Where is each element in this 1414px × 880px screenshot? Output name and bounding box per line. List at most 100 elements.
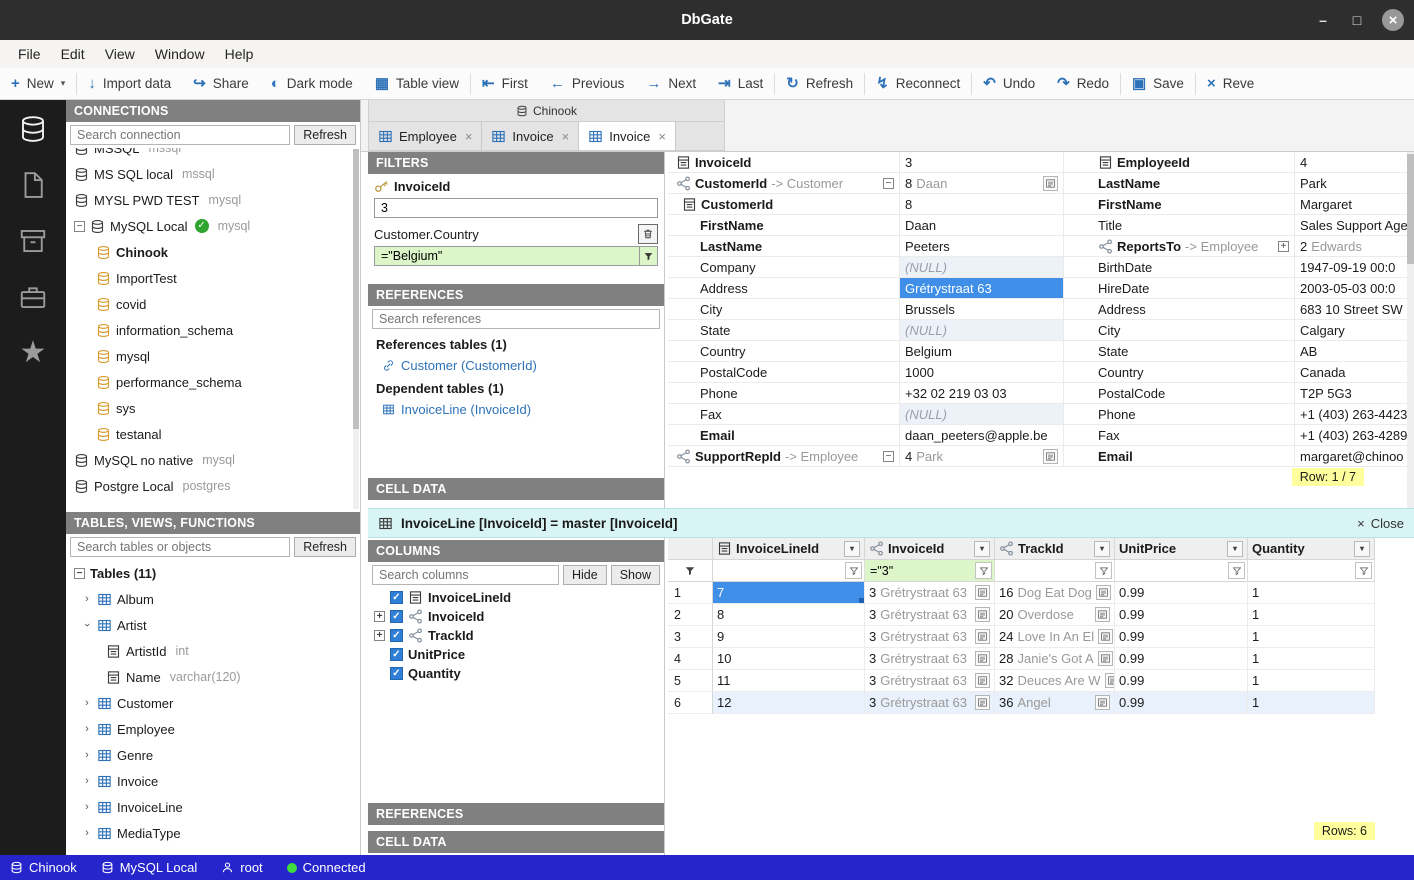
row-number[interactable]: 6: [668, 692, 713, 714]
column-check-trackid[interactable]: + ✓ TrackId: [368, 626, 664, 645]
form-value[interactable]: daan_peeters@apple.be: [900, 425, 1064, 445]
form-value[interactable]: (NULL): [900, 404, 1064, 424]
menu-view[interactable]: View: [95, 46, 145, 62]
checkbox-checked-icon[interactable]: ✓: [390, 648, 403, 661]
form-value[interactable]: Park: [1295, 173, 1408, 193]
column-check-unitprice[interactable]: ✓ UnitPrice: [368, 645, 664, 664]
form-value[interactable]: 2Edwards: [1295, 236, 1408, 256]
form-scrollbar[interactable]: [1407, 152, 1414, 508]
form-value[interactable]: Peeters: [900, 236, 1064, 256]
new-button[interactable]: +New▾: [0, 68, 76, 99]
open-detail-button[interactable]: [1095, 695, 1110, 710]
delete-filter-button[interactable]: [638, 224, 658, 244]
connection-item[interactable]: Postgre Localpostgres: [66, 473, 360, 499]
grid-cell-selected[interactable]: 7: [713, 582, 865, 604]
form-value[interactable]: Margaret: [1295, 194, 1408, 214]
filter-menu-button[interactable]: [975, 562, 992, 579]
tables-group[interactable]: − Tables (11): [66, 560, 360, 586]
form-value[interactable]: Sales Support Age: [1295, 215, 1408, 235]
form-label[interactable]: State: [668, 320, 900, 340]
form-value[interactable]: (NULL): [900, 257, 1064, 277]
menu-file[interactable]: File: [8, 46, 51, 62]
form-label[interactable]: FirstName: [668, 215, 900, 235]
grid-cell[interactable]: 32Deuces Are W: [995, 670, 1115, 692]
form-value[interactable]: 8Daan: [900, 173, 1064, 193]
column-menu-button[interactable]: ▾: [1227, 541, 1243, 557]
table-item-invoice[interactable]: › Invoice: [66, 768, 360, 794]
column-menu-button[interactable]: ▾: [844, 541, 860, 557]
collapse-icon[interactable]: −: [883, 178, 894, 189]
revert-button[interactable]: ×Reve: [1196, 68, 1265, 99]
chevron-right-icon[interactable]: ›: [82, 801, 92, 813]
table-item-artist[interactable]: › Artist: [66, 612, 360, 638]
connection-item[interactable]: MySQL no nativemysql: [66, 447, 360, 473]
menu-edit[interactable]: Edit: [51, 46, 95, 62]
clear-filters-button[interactable]: [668, 560, 713, 582]
grid-cell[interactable]: 8: [713, 604, 865, 626]
chevron-down-icon[interactable]: ›: [81, 620, 93, 630]
form-label[interactable]: Fax: [668, 404, 900, 424]
open-detail-button[interactable]: [975, 695, 990, 710]
chevron-right-icon[interactable]: ›: [82, 697, 92, 709]
form-value[interactable]: +1 (403) 263-4423: [1295, 404, 1408, 424]
file-icon[interactable]: [18, 170, 48, 200]
close-icon[interactable]: ×: [465, 129, 473, 144]
dark-mode-button[interactable]: ◐Dark mode: [260, 68, 364, 99]
open-detail-button[interactable]: [1098, 651, 1113, 666]
column-header-invoicelineid[interactable]: InvoiceLineId▾: [713, 538, 865, 560]
share-button[interactable]: ↪Share: [182, 68, 260, 99]
database-item[interactable]: performance_schema: [66, 369, 360, 395]
first-button[interactable]: ⇤First: [471, 68, 539, 99]
form-value[interactable]: 4Park: [900, 446, 1064, 466]
table-item-album[interactable]: › Album: [66, 586, 360, 612]
form-label[interactable]: CustomerId-> Customer−: [668, 173, 900, 193]
grid-cell[interactable]: 1: [1248, 648, 1375, 670]
reference-link-invoiceline[interactable]: InvoiceLine (InvoiceId): [368, 399, 664, 420]
table-item-employee[interactable]: › Employee: [66, 716, 360, 742]
database-item-chinook[interactable]: Chinook: [66, 239, 360, 265]
grid-cell[interactable]: 0.99: [1115, 692, 1248, 714]
archive-box-icon[interactable]: [18, 226, 48, 256]
open-detail-button[interactable]: [975, 629, 990, 644]
checkbox-checked-icon[interactable]: ✓: [390, 629, 403, 642]
briefcase-icon[interactable]: [18, 282, 48, 312]
checkbox-checked-icon[interactable]: ✓: [390, 667, 403, 680]
grid-cell[interactable]: 3Grétrystraat 63: [865, 582, 995, 604]
form-value[interactable]: Calgary: [1295, 320, 1408, 340]
chevron-right-icon[interactable]: ›: [82, 775, 92, 787]
checkbox-checked-icon[interactable]: ✓: [390, 591, 403, 604]
chevron-right-icon[interactable]: ›: [82, 827, 92, 839]
grid-cell[interactable]: 1: [1248, 582, 1375, 604]
filter-menu-button[interactable]: [1355, 562, 1372, 579]
open-detail-button[interactable]: [1096, 585, 1111, 600]
grid-cell[interactable]: 3Grétrystraat 63: [865, 648, 995, 670]
column-check-invoiceid[interactable]: + ✓ InvoiceId: [368, 607, 664, 626]
database-item[interactable]: covid: [66, 291, 360, 317]
connections-scrollbar[interactable]: [353, 149, 359, 509]
tab-invoice-1[interactable]: Invoice ×: [482, 122, 579, 150]
form-label[interactable]: PostalCode: [1064, 383, 1295, 403]
open-detail-button[interactable]: [975, 607, 990, 622]
form-label[interactable]: HireDate: [1064, 278, 1295, 298]
grid-cell[interactable]: 1: [1248, 604, 1375, 626]
table-item-mediatype[interactable]: › MediaType: [66, 820, 360, 846]
column-menu-button[interactable]: ▾: [1354, 541, 1370, 557]
tab-invoice-2[interactable]: Invoice ×: [579, 122, 676, 150]
form-value[interactable]: AB: [1295, 341, 1408, 361]
scrollbar-thumb[interactable]: [1407, 154, 1414, 264]
form-value[interactable]: 683 10 Street SW: [1295, 299, 1408, 319]
search-tables-input[interactable]: [70, 537, 290, 557]
grid-cell[interactable]: 24Love In An El: [995, 626, 1115, 648]
form-value[interactable]: 8: [900, 194, 1064, 214]
grid-cell[interactable]: 12: [713, 692, 865, 714]
form-value[interactable]: T2P 5G3: [1295, 383, 1408, 403]
open-detail-button[interactable]: [1043, 176, 1058, 191]
hide-button[interactable]: Hide: [563, 565, 607, 585]
table-item-customer[interactable]: › Customer: [66, 690, 360, 716]
grid-cell[interactable]: 10: [713, 648, 865, 670]
grid-cell[interactable]: 0.99: [1115, 670, 1248, 692]
column-header-invoiceid[interactable]: InvoiceId▾: [865, 538, 995, 560]
expand-icon[interactable]: +: [374, 611, 385, 622]
open-detail-button[interactable]: [975, 585, 990, 600]
grid-cell[interactable]: 9: [713, 626, 865, 648]
